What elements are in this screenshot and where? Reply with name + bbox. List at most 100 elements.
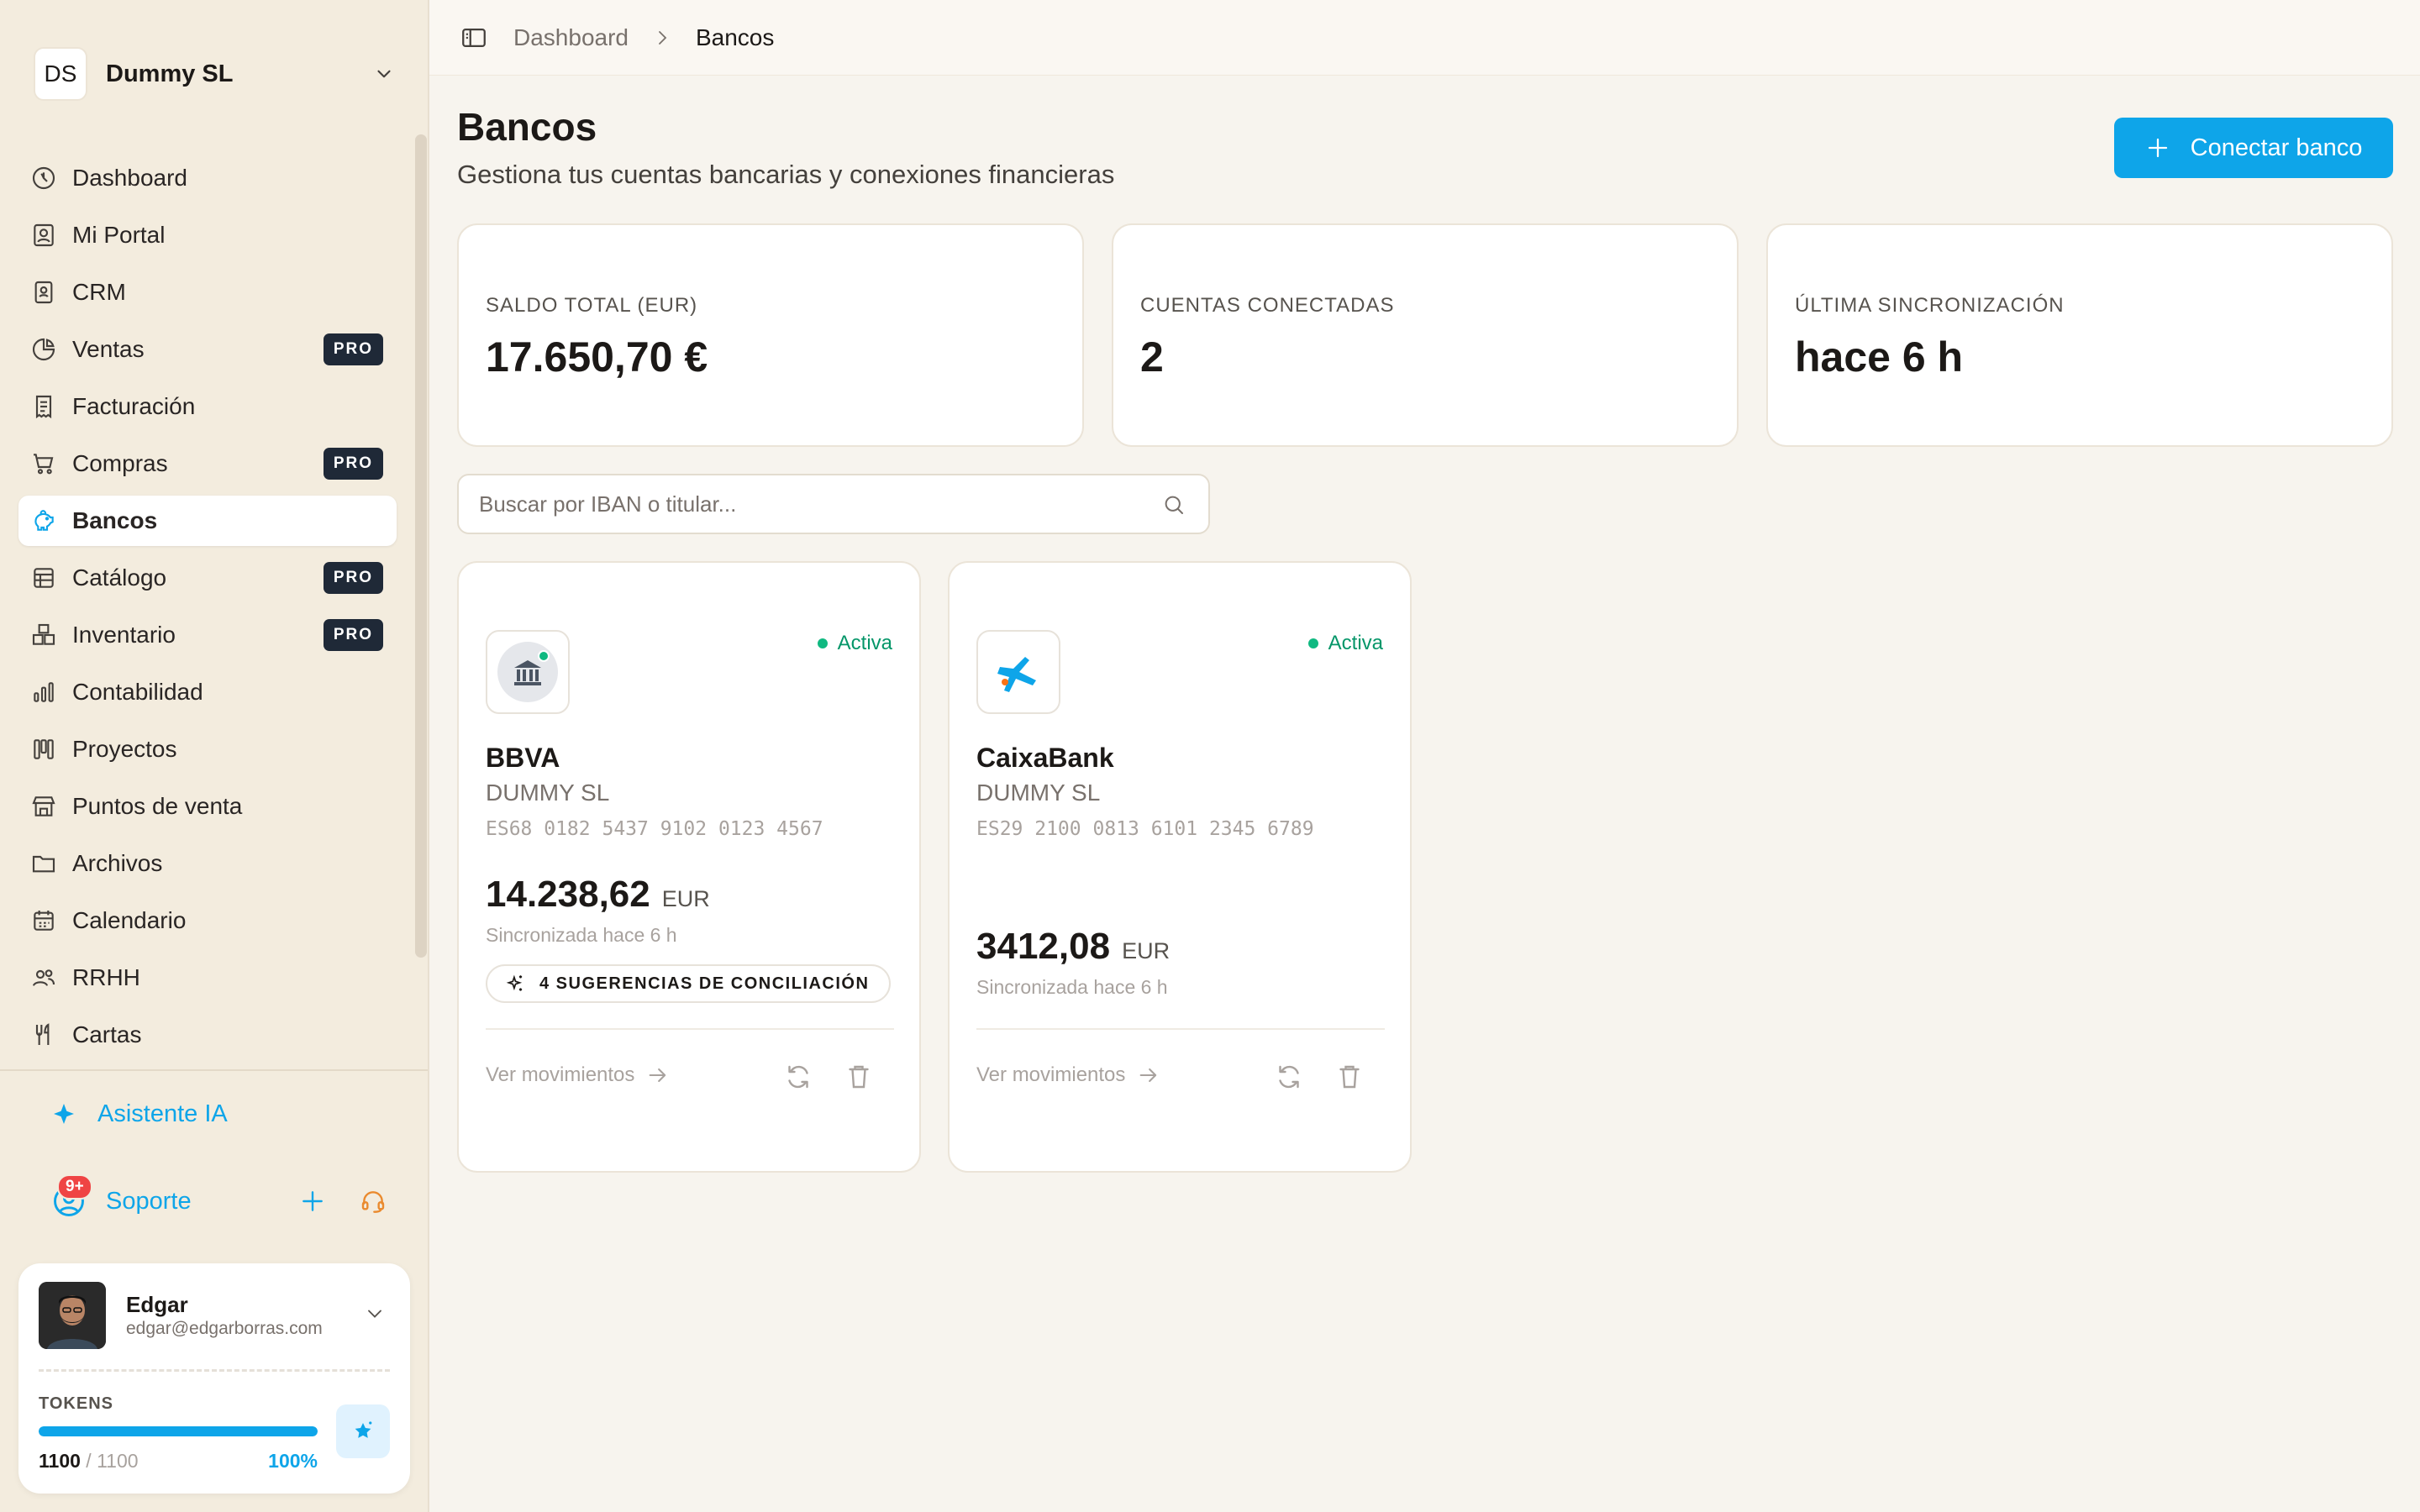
sidebar-item-calendario[interactable]: Calendario	[18, 895, 397, 946]
breadcrumb-dashboard[interactable]: Dashboard	[513, 24, 629, 51]
sparkles-icon	[506, 974, 523, 991]
refresh-icon	[1279, 1065, 1299, 1089]
connect-bank-label: Conectar banco	[2190, 134, 2363, 161]
sidebar-item-label: Compras	[72, 450, 168, 476]
stat-card-last-sync: ÚLTIMA SINCRONIZACIÓN hace 6 h	[1766, 223, 2393, 447]
org-initials: DS	[34, 47, 87, 101]
sidebar-item-inventario[interactable]: Inventario PRO	[18, 610, 397, 660]
search-input[interactable]	[479, 475, 1151, 533]
caixabank-star-logo	[997, 657, 1036, 692]
account-holder: DUMMY SL	[486, 780, 610, 806]
view-movements-link[interactable]: Ver movimientos	[486, 1063, 670, 1087]
balance-amount: 3412,08	[976, 926, 1111, 967]
balance-currency: EUR	[1122, 938, 1171, 963]
tokens-total: / 1100	[86, 1450, 139, 1472]
account-iban: ES29 2100 0813 6101 2345 6789	[976, 818, 1314, 840]
sync-button[interactable]	[783, 1062, 813, 1092]
stat-card-total-balance: SALDO TOTAL (EUR) 17.650,70 €	[457, 223, 1084, 447]
sidebar-item-label: Facturación	[72, 393, 196, 419]
plus-icon[interactable]	[299, 1188, 326, 1215]
sidebar-item-label: Contabilidad	[72, 679, 203, 705]
chevron-down-icon	[377, 70, 391, 78]
calendar-icon	[34, 911, 54, 931]
sidebar-scrollbar[interactable]	[415, 134, 427, 958]
app-root: DS Dummy SL Dashboard Mi Portal CRM Vent…	[0, 0, 2420, 1512]
pro-badge: PRO	[323, 448, 383, 480]
sync-status: Sincronizada hace 6 h	[976, 976, 1168, 998]
support-label[interactable]: Soporte	[106, 1188, 192, 1215]
sidebar-item-catalogo[interactable]: Catálogo PRO	[18, 553, 397, 603]
sidebar-item-label: Catálogo	[72, 564, 167, 591]
sidebar-item-archivos[interactable]: Archivos	[18, 838, 397, 889]
view-movements-label: Ver movimientos	[976, 1063, 1126, 1086]
sidebar-item-ventas[interactable]: Ventas PRO	[18, 324, 397, 375]
bank-card-bbva: Activa BBVA DUMMY SL ES68 0182 5437 9102…	[457, 561, 921, 1173]
bar-chart-icon	[34, 682, 54, 702]
stat-card-connected-accounts: CUENTAS CONECTADAS 2	[1112, 223, 1739, 447]
sidebar-item-label: Cartas	[72, 1021, 142, 1047]
star-sparkle-icon	[355, 1421, 372, 1438]
headset-icon[interactable]	[360, 1188, 387, 1215]
connect-bank-button[interactable]: Conectar banco	[2114, 118, 2393, 178]
contacts-icon	[34, 281, 53, 304]
boxes-icon	[32, 623, 55, 645]
ai-assistant-link[interactable]: Asistente IA	[49, 1099, 228, 1129]
view-movements-link[interactable]: Ver movimientos	[976, 1063, 1160, 1087]
stat-label: ÚLTIMA SINCRONIZACIÓN	[1795, 294, 2065, 317]
delete-button[interactable]	[1334, 1062, 1365, 1092]
trash-icon	[1339, 1065, 1360, 1089]
search-box	[457, 474, 1210, 534]
sidebar-divider	[0, 1069, 428, 1071]
sidebar-item-contabilidad[interactable]: Contabilidad	[18, 667, 397, 717]
bank-logo	[976, 630, 1060, 714]
sidebar-item-proyectos[interactable]: Proyectos	[18, 724, 397, 774]
delete-button[interactable]	[844, 1062, 874, 1092]
chevron-down-icon[interactable]	[363, 1302, 387, 1326]
sidebar-item-rrhh[interactable]: RRHH	[18, 953, 397, 1003]
sidebar-item-bancos[interactable]: Bancos	[18, 496, 397, 546]
org-switcher[interactable]: DS Dummy SL	[34, 45, 395, 102]
sidebar-item-facturacion[interactable]: Facturación	[18, 381, 397, 432]
sidebar-item-label: Archivos	[72, 850, 163, 876]
sync-status: Sincronizada hace 6 h	[486, 924, 677, 946]
suggestions-label: 4 SUGERENCIAS DE CONCILIACIÓN	[539, 974, 870, 993]
plus-icon	[2148, 138, 2167, 158]
reconciliation-suggestions-chip[interactable]: 4 SUGERENCIAS DE CONCILIACIÓN	[486, 964, 892, 1003]
sidebar-toggle-icon[interactable]	[460, 24, 488, 52]
sidebar-item-cartas[interactable]: Cartas	[18, 1010, 397, 1060]
bank-name: BBVA	[486, 743, 560, 773]
sidebar-item-puntos-de-venta[interactable]: Puntos de venta	[18, 781, 397, 832]
sync-button[interactable]	[1274, 1062, 1304, 1092]
stat-label: CUENTAS CONECTADAS	[1140, 294, 1395, 317]
user-card[interactable]: Edgar edgar@edgarborras.com TOKENS 1100 …	[18, 1263, 410, 1494]
account-holder: DUMMY SL	[976, 780, 1101, 806]
pro-badge: PRO	[323, 333, 383, 365]
stat-value: 17.650,70 €	[486, 333, 708, 381]
sidebar-item-crm[interactable]: CRM	[18, 267, 397, 318]
page-subtitle: Gestiona tus cuentas bancarias y conexio…	[457, 160, 1115, 189]
sidebar-item-mi-portal[interactable]: Mi Portal	[18, 210, 397, 260]
status-dot	[817, 638, 828, 648]
status-label: Activa	[837, 632, 892, 654]
status-badge: Activa	[817, 632, 892, 655]
upgrade-tokens-button[interactable]	[336, 1404, 390, 1458]
tokens-percent: 100%	[268, 1450, 318, 1472]
sidebar-item-label: Proyectos	[72, 736, 177, 762]
kanban-icon	[34, 739, 54, 759]
user-name: Edgar	[126, 1292, 188, 1317]
cart-icon	[34, 454, 54, 475]
account-balance: 3412,08 EUR	[976, 926, 1170, 968]
users-icon	[32, 969, 55, 986]
support-avatar[interactable]: 9+	[50, 1174, 92, 1220]
sidebar-item-compras[interactable]: Compras PRO	[18, 438, 397, 489]
status-label: Activa	[1328, 632, 1383, 654]
topbar: Dashboard Bancos	[429, 0, 2420, 76]
pie-chart-icon	[32, 338, 55, 361]
balance-currency: EUR	[661, 886, 710, 911]
sidebar-item-dashboard[interactable]: Dashboard	[18, 153, 397, 203]
sidebar-item-label: Bancos	[72, 507, 158, 533]
bank-card-caixabank: Activa CaixaBank DUMMY SL ES29 2100 0813…	[948, 561, 1412, 1173]
sidebar-nav: Dashboard Mi Portal CRM Ventas PRO Factu	[18, 153, 397, 1067]
search-icon[interactable]	[1161, 492, 1186, 517]
org-name: Dummy SL	[106, 60, 234, 87]
